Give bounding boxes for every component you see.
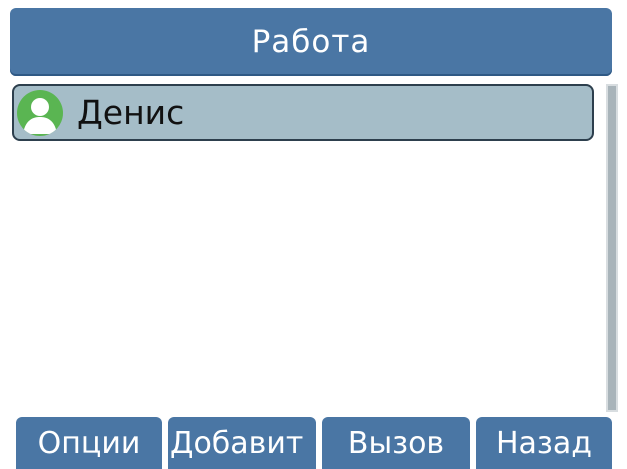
contact-name: Денис [77,93,185,132]
add-softkey[interactable]: Добавит [168,417,316,469]
contact-avatar-icon [17,89,63,136]
options-softkey[interactable]: Опции [16,417,162,469]
back-softkey[interactable]: Назад [476,417,612,469]
softkey-bar: Опции Добавит Вызов Назад [0,417,627,469]
scrollbar[interactable] [606,84,618,412]
contact-list: Денис [12,84,598,414]
title-bar: Работа [10,8,612,76]
contact-list-item[interactable]: Денис [12,84,594,141]
page-title: Работа [251,24,371,60]
scrollbar-thumb[interactable] [608,86,616,410]
call-softkey[interactable]: Вызов [322,417,470,469]
phone-screen: Работа Денис Опции Добавит Вызов Назад [0,0,627,469]
